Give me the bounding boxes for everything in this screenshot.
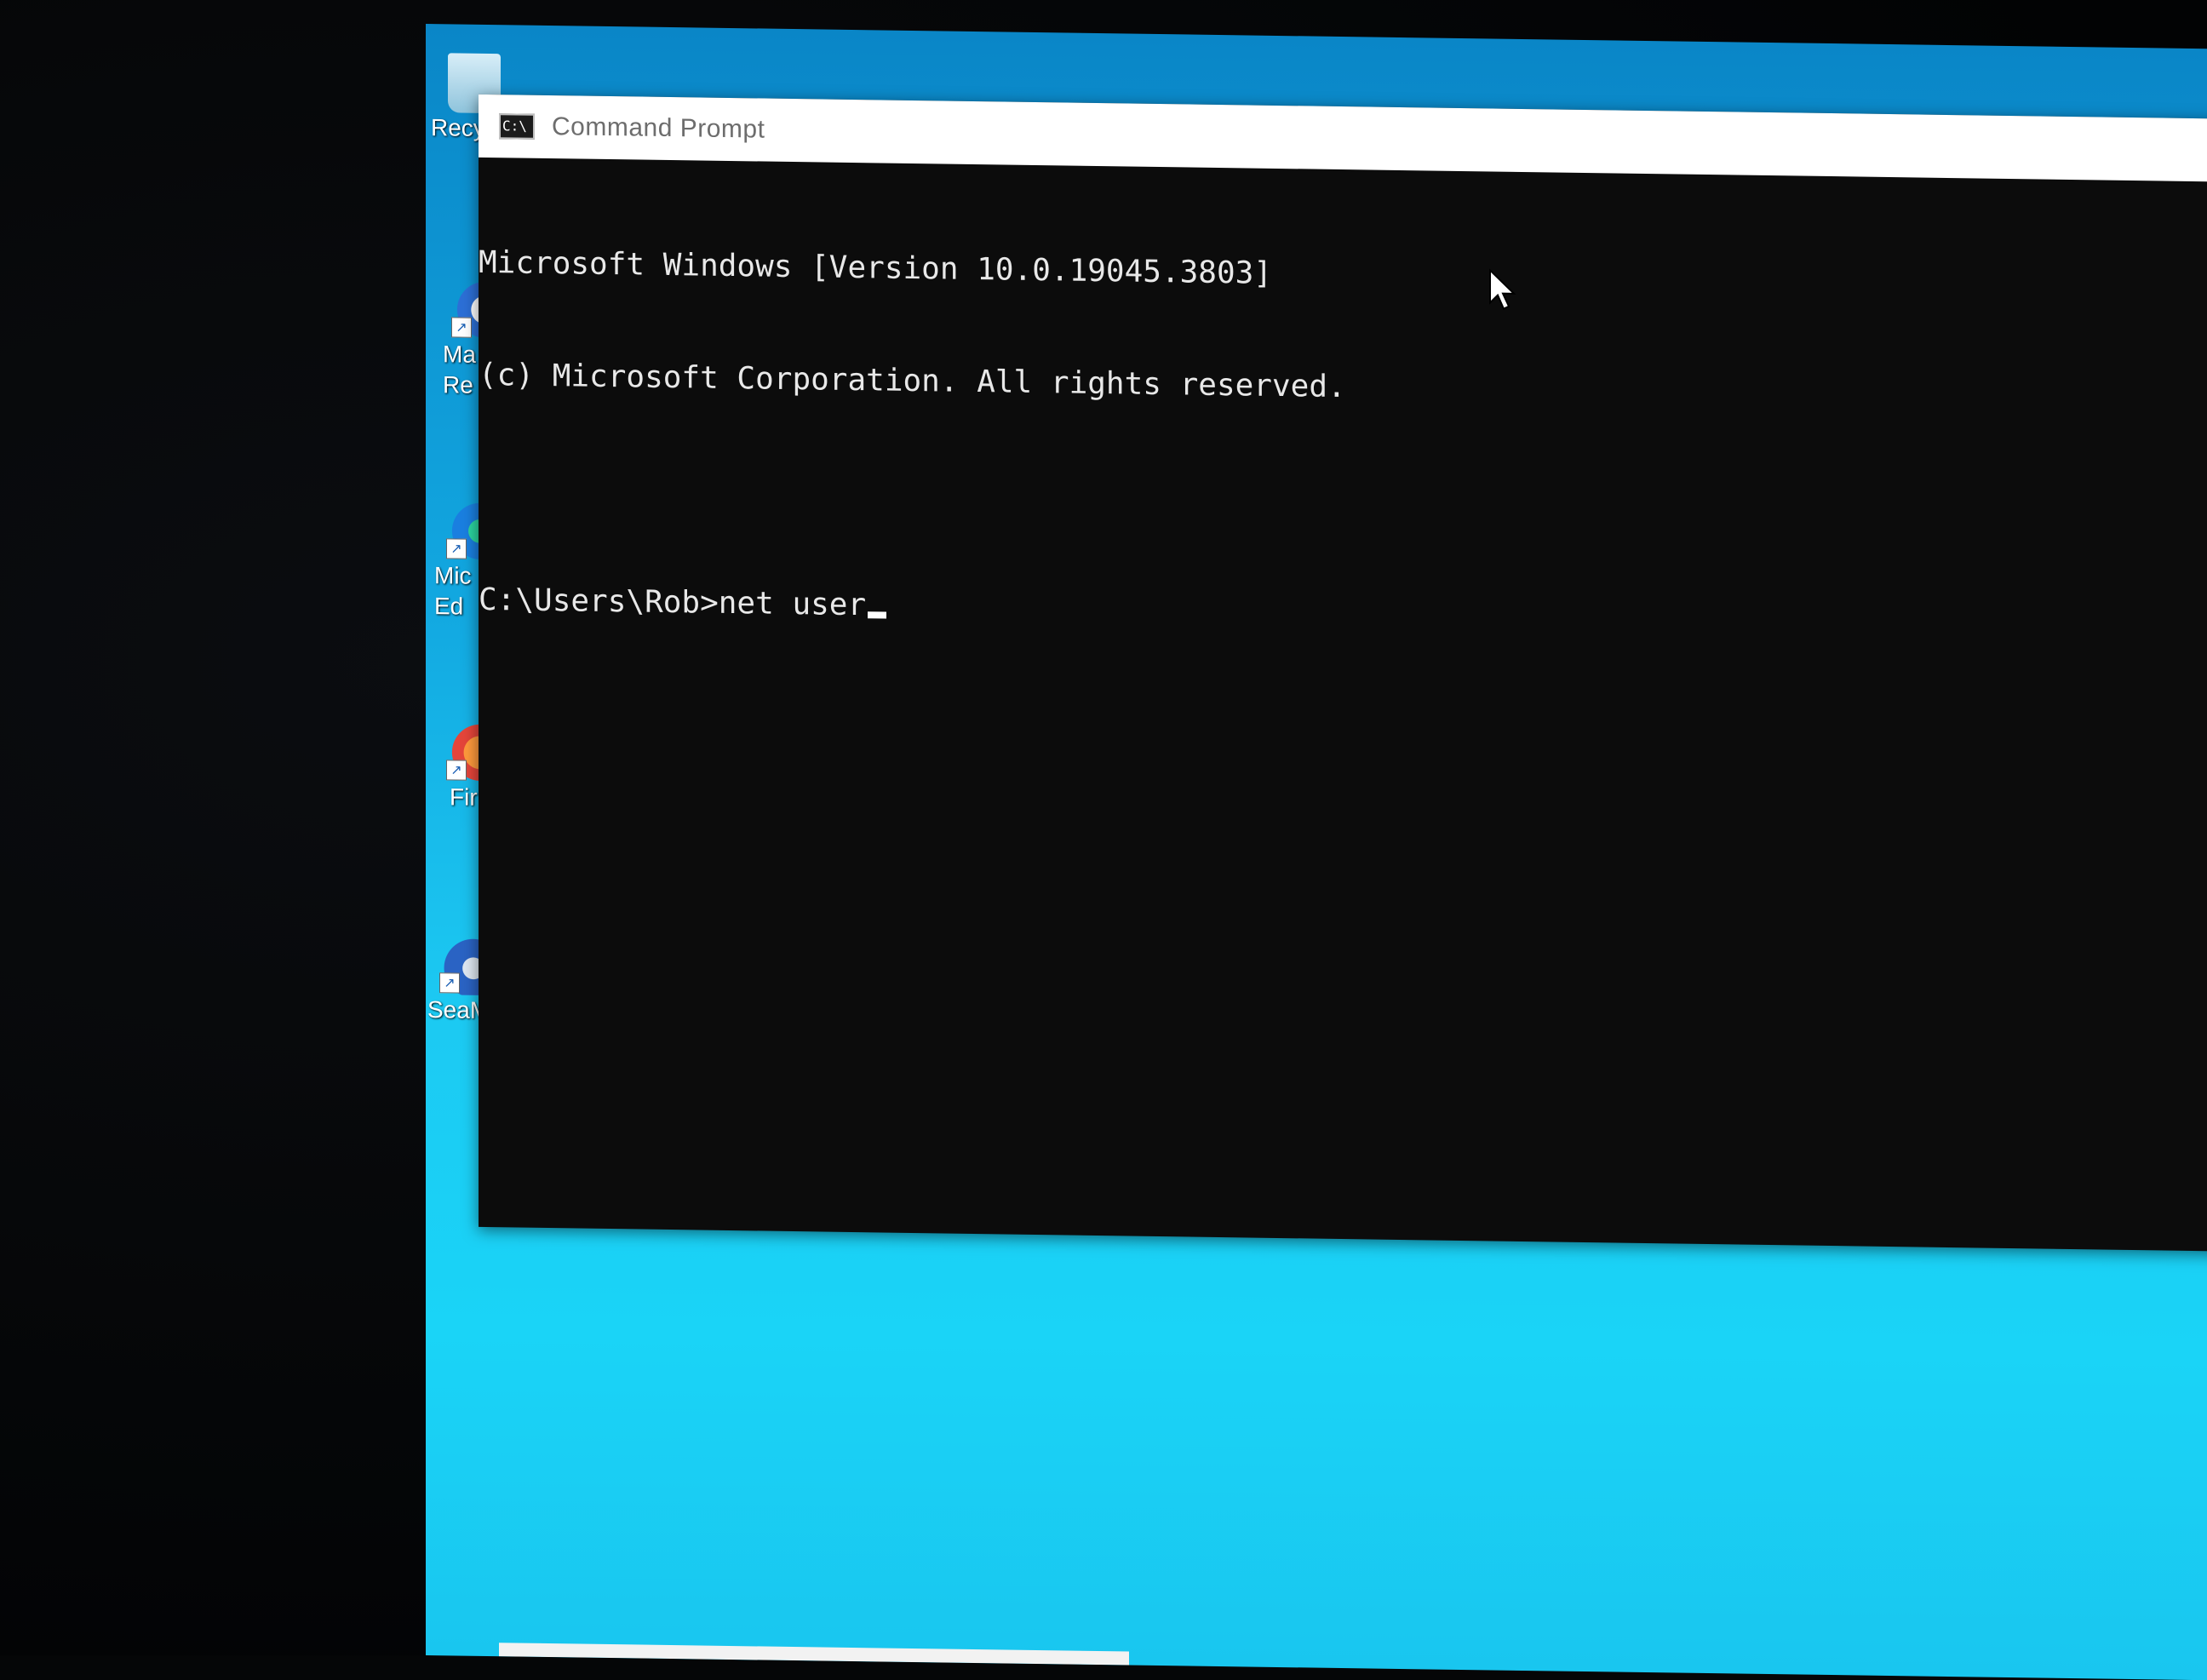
command-prompt-app-icon: C:\ [499, 113, 535, 140]
console-command-input[interactable]: C:\Users\Rob>net user [479, 582, 866, 622]
shortcut-arrow-icon: ↗ [446, 538, 467, 559]
console-line: Microsoft Windows [Version 10.0.19045.38… [479, 244, 1272, 291]
shortcut-arrow-icon: ↗ [446, 760, 467, 781]
window-title: Command Prompt [552, 112, 765, 144]
console-prompt-line[interactable]: C:\Users\Rob>net user [479, 582, 2207, 644]
shortcut-arrow-icon: ↗ [451, 317, 472, 338]
text-cursor [868, 611, 887, 619]
command-prompt-window[interactable]: C:\ Command Prompt Microsoft Windows [Ve… [479, 94, 2207, 1252]
console-line: (c) Microsoft Corporation. All rights re… [479, 357, 1346, 405]
taskbar-edge [499, 1643, 1129, 1666]
shortcut-arrow-icon: ↗ [439, 972, 460, 994]
console-output[interactable]: Microsoft Windows [Version 10.0.19045.38… [479, 158, 2207, 719]
desktop: Recy ↗ Ma Re ↗ Mic Ed ↗ Fir ↗ SeaM C:\ C… [426, 24, 2207, 1680]
